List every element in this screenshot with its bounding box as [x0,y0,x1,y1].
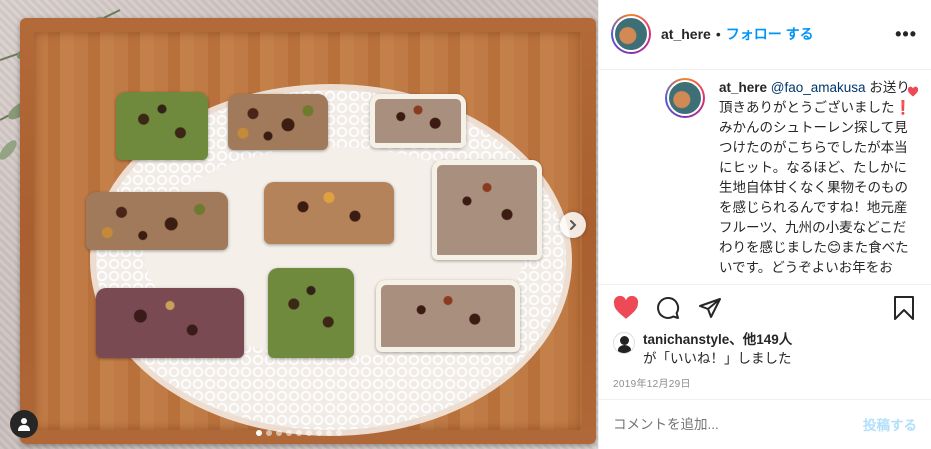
stollen-slice [116,92,208,160]
add-comment-input[interactable] [613,416,863,432]
person-icon [18,418,30,431]
liker-username[interactable]: tanichanstyle [643,332,729,347]
author-avatar[interactable] [611,14,651,55]
stollen-slice [432,160,542,260]
comment-button[interactable] [655,295,681,321]
comment-list[interactable]: at_here @fao_amakusa お送り頂きありがとうございました❗ み… [599,70,931,284]
comment-item: at_here @fao_amakusa お送り頂きありがとうございました❗ み… [719,78,917,278]
comment-mention[interactable]: @fao_amakusa [771,80,866,95]
post-date[interactable]: 2019年12月29日 [599,369,931,398]
action-bar [599,283,931,331]
tray-surface [34,32,582,430]
more-options-icon[interactable]: ••• [895,25,917,43]
carousel-dot [336,430,342,436]
post-dialog: at_here • フォロー する ••• at_here @fao_amaku… [0,0,931,449]
carousel-dot [306,430,312,436]
carousel-dot [266,430,272,436]
carousel-dot [296,430,302,436]
likes-others-count[interactable]: 、他149人 [729,332,792,347]
post-photo[interactable] [0,0,598,449]
carousel-dot [256,430,262,436]
stollen-slice [376,280,520,352]
comment-text: お送り頂きありがとうございました❗ みかんのシュトーレン探して見つけたのがこちら… [719,79,912,275]
carousel-dot [326,430,332,436]
likes-text: tanichanstyle、他149人 が「いいね！」しました [643,330,792,368]
stollen-slice [86,192,228,250]
paper-plane-icon [699,297,721,318]
comment-bubble-icon [657,296,680,319]
stollen-slice [268,268,354,358]
post-side-panel: at_here • フォロー する ••• at_here @fao_amaku… [598,0,931,449]
share-button[interactable] [697,295,723,321]
wooden-tray [20,18,596,444]
header-separator: • [715,26,721,43]
carousel-dot [276,430,282,436]
carousel-dot [286,430,292,436]
chevron-right-icon [570,220,577,230]
carousel-next-button[interactable] [560,212,586,238]
bookmark-icon [894,295,914,320]
commenter-avatar[interactable] [665,77,705,118]
author-username[interactable]: at_here [661,26,711,42]
add-comment-bar: 投稿する [599,398,931,449]
liker-avatar[interactable] [613,332,635,355]
carousel-dot [316,430,322,436]
stollen-slice [96,288,244,358]
like-button[interactable] [613,295,639,321]
comment-like-heart-icon[interactable] [907,86,919,98]
post-comment-button[interactable]: 投稿する [863,414,917,434]
heart-filled-icon [613,295,639,319]
comment-username[interactable]: at_here [719,80,767,95]
follow-button[interactable]: フォロー する [726,24,814,44]
post-header: at_here • フォロー する ••• [599,0,931,70]
stollen-slice [228,94,328,150]
stollen-slice [264,182,394,244]
likes-summary: tanichanstyle、他149人 が「いいね！」しました [599,330,931,369]
likes-suffix: が「いいね！」しました [643,351,792,367]
save-button[interactable] [891,295,917,321]
stollen-slice [370,94,466,148]
carousel-indicator [0,430,598,436]
